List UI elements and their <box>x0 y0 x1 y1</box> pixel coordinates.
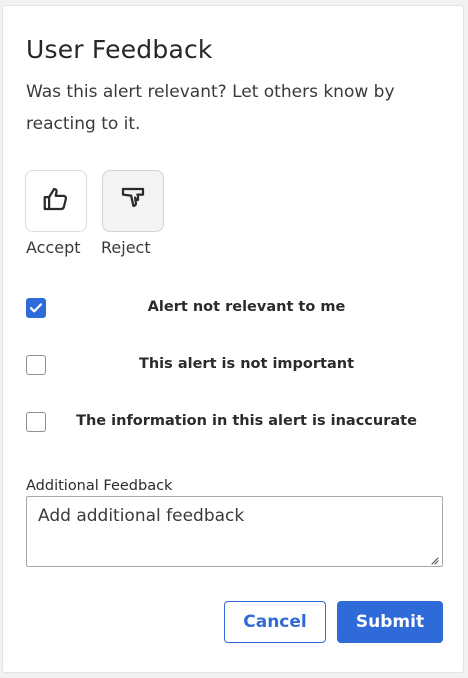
reason-not-important[interactable]: This alert is not important <box>26 355 443 379</box>
submit-button[interactable]: Submit <box>337 601 443 643</box>
checkmark-icon <box>29 303 43 313</box>
additional-feedback-label: Additional Feedback <box>26 478 173 494</box>
dialog-subtitle: Was this alert relevant? Let others know… <box>26 82 395 134</box>
accept-button[interactable] <box>25 170 87 232</box>
additional-feedback-input[interactable] <box>26 496 443 567</box>
resize-handle-icon[interactable] <box>429 555 439 565</box>
reason-not-relevant[interactable]: Alert not relevant to me <box>26 298 443 322</box>
reason-inaccurate[interactable]: The information in this alert is inaccur… <box>26 412 443 436</box>
accept-label: Accept <box>26 238 81 257</box>
reject-label: Reject <box>101 238 151 257</box>
thumbs-up-icon <box>41 184 71 218</box>
reason-not-relevant-label: Alert not relevant to me <box>147 299 346 315</box>
reason-inaccurate-label: The information in this alert is inaccur… <box>76 413 417 429</box>
reason-inaccurate-checkbox[interactable] <box>26 412 46 432</box>
cancel-button[interactable]: Cancel <box>224 601 326 643</box>
reason-not-relevant-checkbox[interactable] <box>26 298 46 318</box>
reason-not-important-checkbox[interactable] <box>26 355 46 375</box>
dialog-title: User Feedback <box>26 35 213 64</box>
reject-button[interactable] <box>102 170 164 232</box>
thumbs-down-icon <box>118 184 148 218</box>
user-feedback-dialog: User Feedback Was this alert relevant? L… <box>2 5 464 673</box>
reason-not-important-label: This alert is not important <box>138 356 355 372</box>
